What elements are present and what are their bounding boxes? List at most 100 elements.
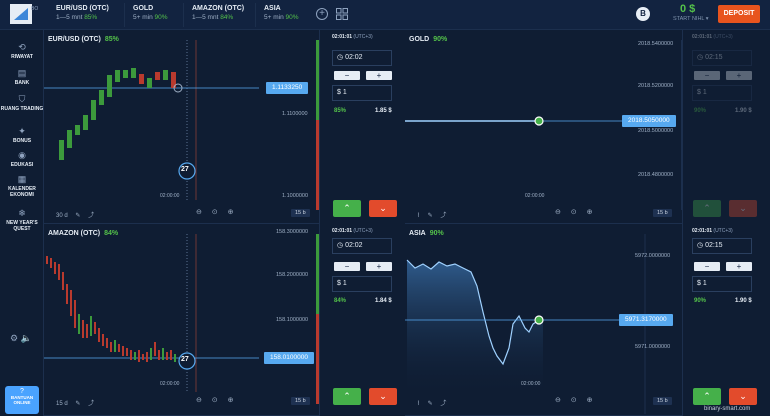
- pencil-icon[interactable]: ✎: [428, 212, 433, 219]
- expiry-minus-button[interactable]: −: [334, 71, 360, 80]
- candlestick-chart[interactable]: [44, 30, 320, 224]
- logo-icon[interactable]: [10, 4, 32, 24]
- online-help-button[interactable]: ? BANTUAN ONLINE: [5, 386, 39, 414]
- layout-grid-icon[interactable]: [336, 8, 348, 20]
- settings-sound-icons[interactable]: ⚙ 🔈: [10, 333, 32, 344]
- tab-amazon[interactable]: AMAZON (OTC) 1—5 mnt 84%: [186, 3, 256, 27]
- amount-input[interactable]: $ 1: [692, 276, 752, 292]
- amount-input[interactable]: $ 1: [692, 85, 752, 101]
- amount-input[interactable]: $ 1: [332, 276, 392, 292]
- price-tick: 1.1100000: [282, 111, 308, 117]
- timeframe-button[interactable]: 15 b: [653, 209, 672, 217]
- timer-label: 27: [181, 166, 189, 173]
- payout-percent: 90%: [694, 298, 707, 304]
- snowflake-icon: ❄: [18, 208, 26, 218]
- expiry-input[interactable]: ◷ 02:15: [692, 50, 752, 66]
- zoom-controls[interactable]: ⊖ ⊙ ⊕: [196, 396, 238, 404]
- time-label: 02:00:00: [160, 381, 180, 387]
- time-label: 02:00:00: [160, 193, 180, 199]
- zoom-controls[interactable]: ⊖ ⊙ ⊕: [555, 208, 597, 216]
- put-button[interactable]: ⌄: [369, 388, 397, 405]
- bitcoin-icon[interactable]: B: [636, 7, 650, 21]
- expiry-plus-button[interactable]: +: [726, 71, 752, 80]
- time-label: 02:00:00: [525, 193, 545, 199]
- timeframe-button[interactable]: 15 b: [291, 397, 310, 405]
- expiry-plus-button[interactable]: +: [726, 262, 752, 271]
- area-chart-icon[interactable]: ⌇: [417, 400, 420, 407]
- call-button[interactable]: ⌃: [333, 388, 361, 405]
- put-button[interactable]: ⌄: [729, 388, 757, 405]
- zoom-controls[interactable]: ⊖ ⊙ ⊕: [555, 396, 597, 404]
- account-selector[interactable]: START NIHL ▾: [673, 16, 709, 22]
- expiry-input[interactable]: ◷ 02:02: [332, 238, 392, 254]
- add-tab-button[interactable]: +: [316, 8, 328, 20]
- chart-tools[interactable]: ⌇ ✎ ⤴: [417, 398, 452, 407]
- expiry-minus-button[interactable]: −: [334, 262, 360, 271]
- sidebar-item-kalender[interactable]: ▦ KALENDER EKONOMI: [0, 174, 44, 198]
- price-tick: 2018.4800000: [638, 172, 674, 178]
- timeframe-button[interactable]: 15 b: [291, 209, 310, 217]
- expiry-input[interactable]: ◷ 02:15: [692, 238, 752, 254]
- amount-input[interactable]: $ 1: [332, 85, 392, 101]
- zoom-controls[interactable]: ⊖ ⊙ ⊕: [196, 208, 238, 216]
- timeframe-button[interactable]: 15 b: [653, 397, 672, 405]
- current-price-tag: 1.1133250: [266, 82, 309, 94]
- sidebar-item-riwayat[interactable]: ⟲ RIWAYAT: [0, 42, 44, 60]
- sidebar-item-quest[interactable]: ❄ NEW YEAR'S QUEST: [0, 208, 44, 232]
- area-chart-icon[interactable]: ⌇: [417, 212, 420, 219]
- trade-panel-amazon: 02:01:01 (UTC+3) ◷ 02:02 − + $ 1 84% 1.8…: [330, 224, 410, 416]
- tab-name: GOLD: [133, 5, 154, 12]
- tab-sub: 1—5 mnt 84%: [192, 14, 234, 21]
- call-button[interactable]: ⌃: [333, 200, 361, 217]
- chart-panel-amazon: AMAZON (OTC) 84% 158.3000000 158.2000000…: [44, 224, 320, 416]
- price-tick: 2018.5000000: [638, 128, 674, 134]
- expiry-plus-button[interactable]: +: [366, 71, 392, 80]
- sidebar-item-edukasi[interactable]: ◉ EDUKASI: [0, 150, 44, 168]
- candles: [59, 68, 176, 160]
- server-time: 02:01:01 (UTC+3): [332, 228, 373, 234]
- tab-name: AMAZON (OTC): [192, 5, 245, 12]
- price-tick: 2018.5200000: [638, 83, 674, 89]
- expiry-minus-button[interactable]: −: [694, 262, 720, 271]
- indicator-icon[interactable]: ⤴: [88, 210, 94, 219]
- sidebar-item-bank[interactable]: ▤ BANK: [0, 68, 44, 86]
- expiry-plus-button[interactable]: +: [366, 262, 392, 271]
- call-button[interactable]: ⌃: [693, 388, 721, 405]
- call-button[interactable]: ⌃: [693, 200, 721, 217]
- bonus-icon: ✦: [18, 126, 26, 136]
- calendar-icon: ▦: [17, 174, 27, 184]
- put-button[interactable]: ⌄: [369, 200, 397, 217]
- tab-eurusd[interactable]: EUR/USD (OTC) 1—5 mnt 85%: [50, 3, 125, 27]
- candles-icon[interactable]: 15 d: [56, 401, 68, 407]
- chart-panel-eurusd: EUR/USD (OTC) 85% 1.1100000 1.1000000 1.…: [44, 30, 320, 224]
- chart-panel-gold: GOLD 90% 2018.5400000 2018.5200000 2018.5…: [405, 30, 683, 224]
- payout-value: 1.90 $: [735, 108, 752, 114]
- indicator-icon[interactable]: ⤴: [88, 398, 94, 407]
- tab-asia[interactable]: ASIA 5+ min 90%: [258, 3, 308, 27]
- tab-name: ASIA: [264, 5, 281, 12]
- expiry-input[interactable]: ◷ 02:02: [332, 50, 392, 66]
- pencil-icon[interactable]: ✎: [428, 400, 433, 407]
- sidebar-item-ruang-trading[interactable]: ⛉ RUANG TRADING: [0, 94, 44, 112]
- chart-tools[interactable]: 15 d ✎ ⤴: [56, 398, 100, 407]
- chart-tools[interactable]: 30 d ✎ ⤴: [56, 210, 100, 219]
- price-tick: 1.1000000: [282, 193, 308, 199]
- put-button[interactable]: ⌄: [729, 200, 757, 217]
- indicator-icon[interactable]: ⤴: [440, 398, 446, 407]
- sidebar-item-label: RUANG TRADING: [0, 106, 44, 112]
- logo-badge: BO: [31, 6, 39, 12]
- expiry-minus-button[interactable]: −: [694, 71, 720, 80]
- trade-panel-eurusd: 02:01:01 (UTC+3) ◷ 02:02 − + $ 1 85% 1.8…: [330, 30, 410, 224]
- time-label: 02:00:00: [521, 381, 541, 387]
- pencil-icon[interactable]: ✎: [75, 212, 80, 219]
- payout-percent: 90%: [694, 108, 707, 114]
- sidebar-item-bonus[interactable]: ✦ BONUS: [0, 126, 44, 144]
- chart-tools[interactable]: ⌇ ✎ ⤴: [417, 210, 452, 219]
- pencil-icon[interactable]: ✎: [75, 400, 80, 407]
- trading-icon: ⛉: [18, 94, 26, 104]
- indicator-icon[interactable]: ⤴: [440, 210, 446, 219]
- price-tick: 158.3000000: [276, 229, 309, 235]
- deposit-button[interactable]: DEPOSIT: [718, 5, 760, 23]
- tab-gold[interactable]: GOLD 5+ min 90%: [127, 3, 184, 27]
- candles-icon[interactable]: 30 d: [56, 213, 68, 219]
